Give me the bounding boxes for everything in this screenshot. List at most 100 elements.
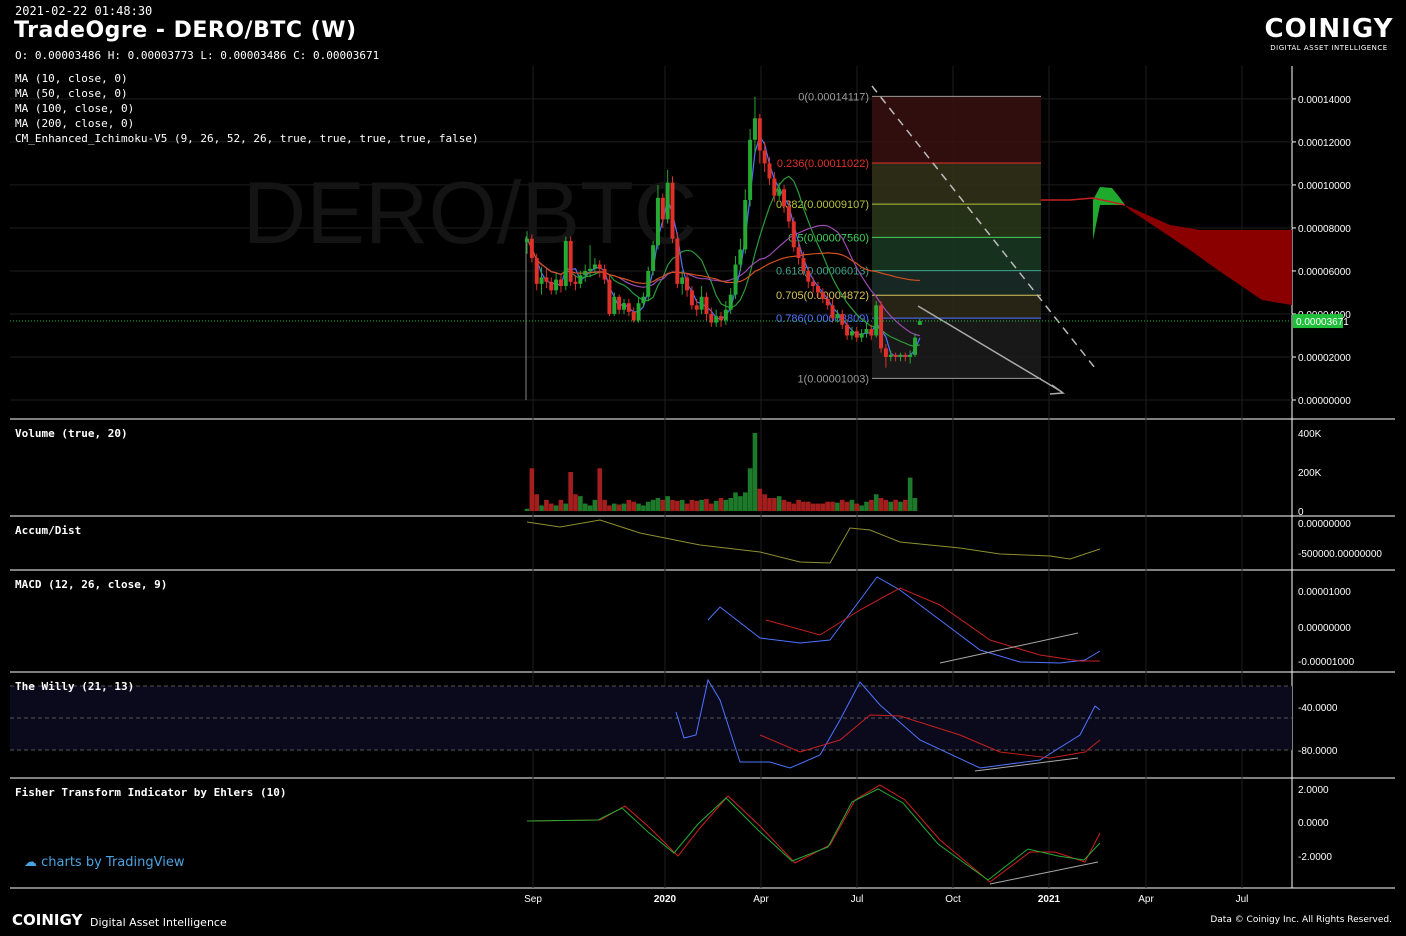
volume-bar (616, 504, 622, 511)
fisher-pane-label: Fisher Transform Indicator by Ehlers (10… (15, 786, 287, 799)
volume-bar (636, 503, 641, 511)
fisher-line (526, 788, 1101, 881)
candle-body (626, 303, 631, 312)
candle-body (825, 298, 830, 306)
fib-band (872, 96, 1041, 163)
indicator-list: MA (10, close, 0) MA (50, close, 0) MA (… (15, 71, 479, 146)
candle-body (558, 279, 563, 287)
volume-bar (893, 499, 898, 511)
volume-bar (844, 501, 850, 511)
candle-body (554, 279, 559, 291)
indicator-ma10[interactable]: MA (10, close, 0) (15, 71, 479, 86)
volume-bar (873, 494, 879, 511)
volume-bars (524, 433, 918, 511)
price-tick-label: 0.00008000 (1298, 224, 1351, 235)
volume-bar (723, 499, 729, 511)
volume-bar (578, 496, 583, 511)
candle-body (830, 305, 835, 319)
indicator-ma200[interactable]: MA (200, close, 0) (15, 116, 479, 131)
volume-bar (713, 500, 719, 511)
candle-body (791, 221, 796, 248)
candle-body (738, 249, 743, 265)
candle-body (583, 270, 588, 276)
candle-body (622, 303, 626, 310)
volume-bar (796, 499, 801, 511)
volume-bar (709, 503, 714, 511)
volume-bar (558, 499, 564, 511)
tradingview-badge[interactable]: ☁ charts by TradingView (24, 855, 184, 870)
x-tick-label: Sep (524, 894, 542, 905)
candle-body (563, 240, 568, 287)
x-tick-label: 2021 (1038, 894, 1061, 905)
accum-tick-label: -500000.00000000 (1298, 549, 1382, 560)
fib-band (872, 295, 1041, 319)
volume-bar (728, 498, 733, 511)
indicator-ma100[interactable]: MA (100, close, 0) (15, 101, 479, 116)
volume-bar (602, 499, 607, 511)
x-tick-label: Oct (945, 894, 961, 905)
candle-body (651, 245, 656, 271)
volume-bar (660, 499, 666, 511)
candle-body (704, 296, 709, 314)
cloud-icon: ☁ (24, 855, 37, 870)
candle-body (573, 281, 578, 284)
willy-tick-label: -80.0000 (1298, 746, 1338, 757)
volume-bar (883, 499, 889, 511)
volume-bar (762, 494, 767, 511)
candle-body (888, 354, 893, 357)
candle-body (670, 182, 675, 239)
candle-body (879, 305, 884, 349)
volume-tick-label: 400K (1298, 429, 1322, 440)
candle-body (782, 189, 787, 207)
candle-body (903, 354, 908, 357)
volume-bar (772, 498, 777, 511)
indicator-ichimoku[interactable]: CM_Enhanced_Ichimoku-V5 (9, 26, 52, 26, … (15, 131, 479, 146)
fib-band (872, 204, 1041, 238)
candle-body (748, 139, 753, 200)
candle-body (869, 329, 874, 336)
volume-bar (733, 492, 738, 511)
candle-body (714, 316, 719, 323)
volume-bar (801, 501, 806, 511)
x-tick-label: Jul (1236, 894, 1249, 905)
volume-bar (694, 500, 700, 511)
coinigy-logo: COINIGY DIGITAL ASSET INTELLIGENCE (1264, 14, 1394, 52)
candle-body (719, 316, 723, 321)
accum-pane-label: Accum/Dist (15, 524, 82, 537)
fib-band (872, 162, 1041, 205)
volume-bar (810, 503, 816, 511)
signal-line (765, 587, 1100, 662)
candle-body (786, 206, 791, 222)
indicator-ma50[interactable]: MA (50, close, 0) (15, 86, 479, 101)
volume-bar (675, 500, 680, 511)
candle-body (796, 247, 801, 259)
price-tick-label: 0.00012000 (1298, 138, 1351, 149)
candle-body (675, 238, 680, 284)
macd-tick-label: 0.00000000 (1298, 623, 1351, 634)
candle-body (655, 197, 660, 246)
volume-bar (869, 499, 874, 511)
candle-body (743, 199, 748, 250)
volume-bar (907, 477, 913, 511)
time-axis: Sep 2020 Apr Jul Oct 2021 Apr Jul (524, 894, 1248, 905)
last-price-label: 0.00003671 (1296, 317, 1349, 328)
candle-body (641, 296, 646, 304)
candle-body (801, 258, 806, 271)
volume-bar (718, 498, 724, 511)
volume-bar (781, 499, 787, 511)
candle-body (592, 264, 597, 269)
candle-body (549, 281, 554, 291)
cloud-green (1093, 187, 1125, 240)
volume-bar (815, 503, 821, 511)
volume-bar (679, 499, 685, 511)
candle-body (806, 270, 811, 282)
volume-bar (665, 496, 670, 511)
volume-bar (830, 501, 835, 511)
candle-body (820, 292, 825, 299)
fisher-signal (526, 784, 1101, 883)
x-tick-label: Jul (851, 894, 864, 905)
volume-bar (645, 501, 651, 511)
volume-bar (631, 501, 636, 511)
volume-bar (544, 499, 549, 511)
candle-body (631, 311, 636, 321)
